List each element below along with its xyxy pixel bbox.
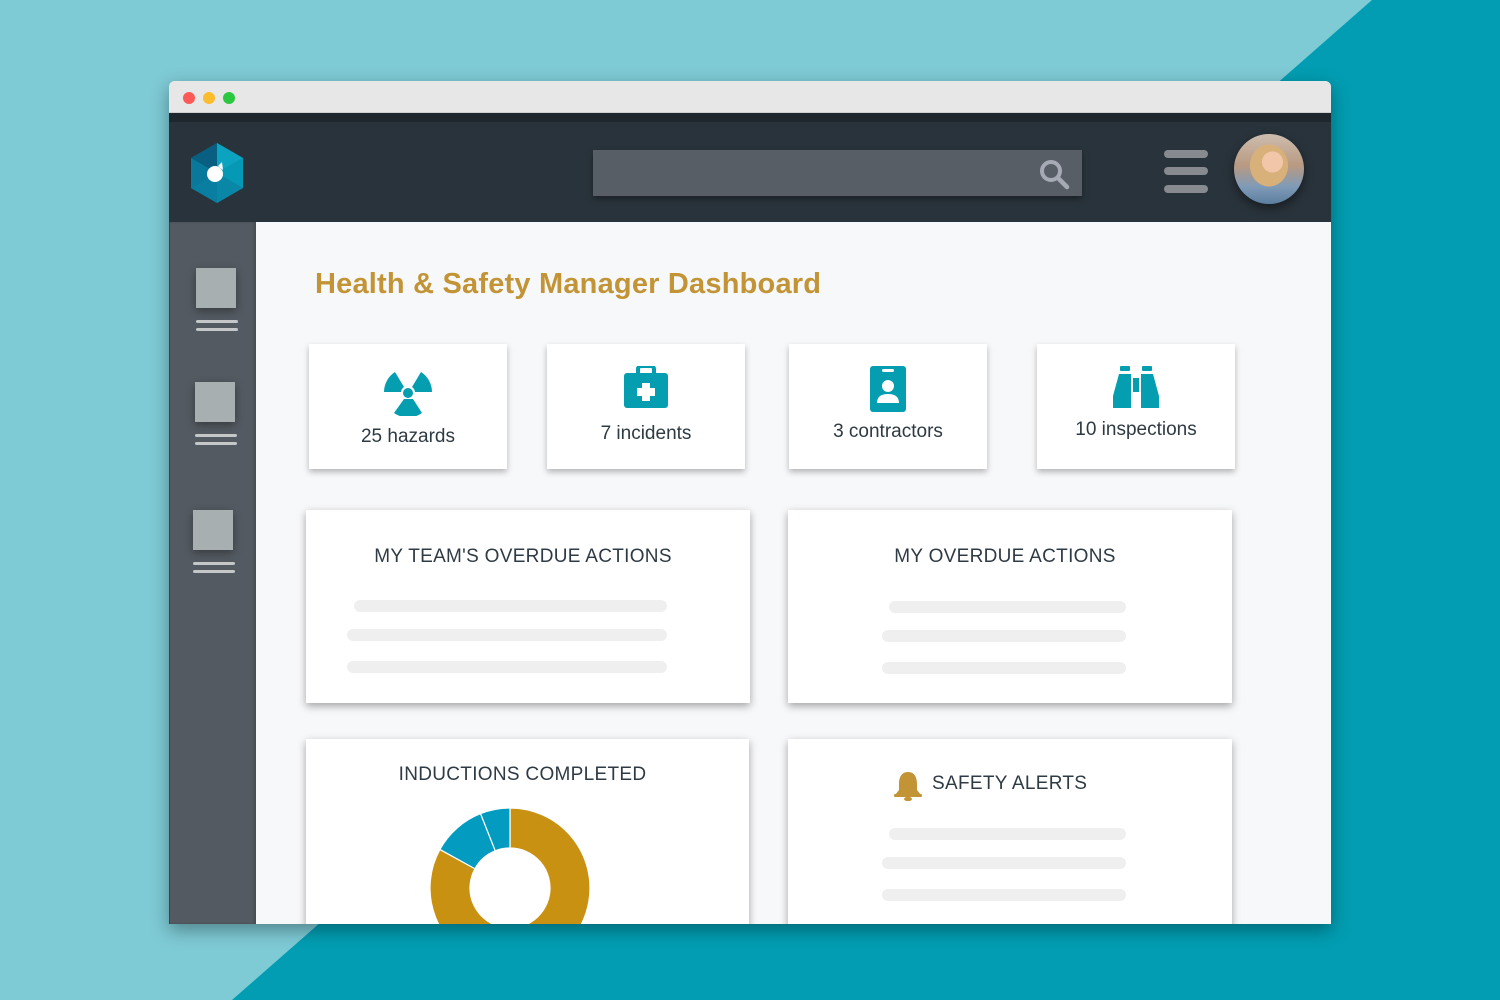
id-badge-icon: [870, 366, 906, 412]
binoculars-icon: [1113, 366, 1159, 408]
sidebar-item-1[interactable]: [196, 268, 240, 331]
stat-label: 7 incidents: [600, 423, 692, 444]
search-input[interactable]: [593, 150, 1082, 196]
inductions-donut-chart: [429, 807, 591, 924]
menu-bar: [1164, 167, 1208, 175]
panel-title: MY TEAM'S OVERDUE ACTIONS: [374, 546, 672, 567]
minimize-window-button[interactable]: [203, 92, 215, 104]
my-overdue-actions-panel[interactable]: MY OVERDUE ACTIONS: [788, 510, 1232, 703]
search-icon[interactable]: [1038, 158, 1072, 192]
placeholder-square-icon: [195, 382, 235, 422]
list-item-placeholder: [889, 601, 1126, 613]
safety-alerts-panel[interactable]: SAFETY ALERTS: [788, 739, 1232, 924]
chart-title: INDUCTIONS COMPLETED: [398, 764, 647, 785]
app-logo-icon[interactable]: [187, 141, 247, 205]
dashboard-main: Health & Safety Manager Dashboard 25 haz…: [256, 222, 1331, 924]
sidebar-item-2[interactable]: [195, 382, 239, 445]
stat-label: 3 contractors: [833, 421, 943, 442]
app-header: [169, 113, 1331, 222]
list-item-placeholder: [889, 828, 1126, 840]
list-item-placeholder: [882, 857, 1126, 869]
list-item-placeholder: [347, 661, 667, 673]
stat-label: 10 inspections: [1075, 419, 1197, 440]
sidebar: [169, 222, 256, 924]
list-item-placeholder: [354, 600, 667, 612]
window-titlebar: [169, 81, 1331, 113]
stat-label: 25 hazards: [360, 426, 455, 447]
close-window-button[interactable]: [183, 92, 195, 104]
maximize-window-button[interactable]: [223, 92, 235, 104]
list-item-placeholder: [882, 889, 1126, 901]
stat-card-contractors[interactable]: 3 contractors: [789, 344, 987, 469]
list-item-placeholder: [882, 662, 1126, 674]
sidebar-item-3[interactable]: [193, 510, 237, 573]
first-aid-kit-icon: [624, 366, 668, 408]
radiation-icon: [384, 372, 432, 416]
menu-bar: [1164, 150, 1208, 158]
menu-bar: [1164, 185, 1208, 193]
browser-window: Health & Safety Manager Dashboard 25 haz…: [169, 81, 1331, 924]
label-placeholder-line: [196, 328, 238, 331]
placeholder-square-icon: [196, 268, 236, 308]
panel-title: SAFETY ALERTS: [932, 773, 1088, 794]
label-placeholder-line: [193, 570, 235, 573]
stat-card-inspections[interactable]: 10 inspections: [1037, 344, 1235, 469]
bell-icon: [894, 772, 922, 801]
stat-card-incidents[interactable]: 7 incidents: [547, 344, 745, 469]
team-overdue-actions-panel[interactable]: MY TEAM'S OVERDUE ACTIONS: [306, 510, 750, 703]
label-placeholder-line: [196, 320, 238, 323]
panel-title: MY OVERDUE ACTIONS: [894, 546, 1116, 567]
user-avatar[interactable]: [1234, 134, 1304, 204]
label-placeholder-line: [195, 442, 237, 445]
stat-card-hazards[interactable]: 25 hazards: [309, 344, 507, 469]
inductions-completed-panel[interactable]: INDUCTIONS COMPLETED: [306, 739, 749, 924]
placeholder-square-icon: [193, 510, 233, 550]
list-item-placeholder: [882, 630, 1126, 642]
page-title: Health & Safety Manager Dashboard: [315, 268, 822, 300]
hamburger-menu-icon[interactable]: [1164, 150, 1209, 196]
label-placeholder-line: [193, 562, 235, 565]
label-placeholder-line: [195, 434, 237, 437]
list-item-placeholder: [347, 629, 667, 641]
